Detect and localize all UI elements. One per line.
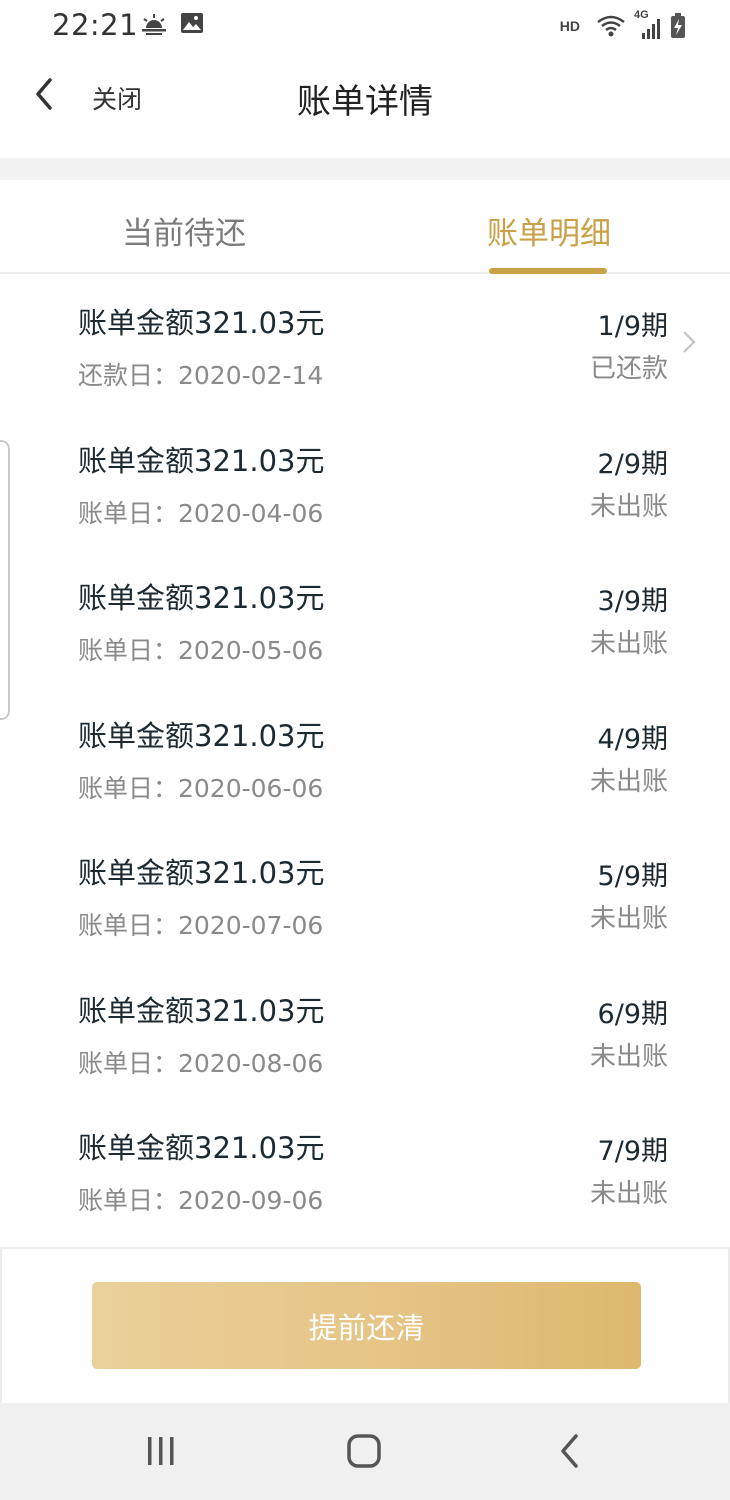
tab-bill-details[interactable]: 账单明细 xyxy=(487,208,611,253)
bill-date: 账单日：2020-05-06 xyxy=(78,636,324,665)
bill-row[interactable]: 账单金额321.03元 账单日：2020-06-06 4/9期 未出账 xyxy=(0,687,730,825)
recent-apps-icon[interactable] xyxy=(142,1431,180,1471)
bill-date: 账单日：2020-07-06 xyxy=(78,911,324,940)
bill-amount: 账单金额321.03元 xyxy=(78,1131,325,1165)
back-icon[interactable] xyxy=(552,1431,588,1471)
bill-list: 账单金额321.03元 还款日：2020-02-14 1/9期 已还款 账单金额… xyxy=(0,274,730,1237)
bill-row[interactable]: 账单金额321.03元 账单日：2020-04-06 2/9期 未出账 xyxy=(0,412,730,550)
bill-period: 2/9期 xyxy=(597,448,668,480)
bill-row[interactable]: 账单金额321.03元 还款日：2020-02-14 1/9期 已还款 xyxy=(0,274,730,412)
bill-amount: 账单金额321.03元 xyxy=(78,443,325,478)
bill-amount: 账单金额321.03元 xyxy=(78,993,325,1028)
bill-period: 4/9期 xyxy=(597,723,668,755)
bill-date: 账单日：2020-06-06 xyxy=(78,773,324,803)
system-nav-bar xyxy=(0,1403,730,1500)
bill-period: 5/9期 xyxy=(597,861,668,892)
bill-period: 6/9期 xyxy=(597,998,668,1030)
bill-status: 未出账 xyxy=(589,766,668,797)
section-divider xyxy=(0,158,730,180)
bill-status: 未出账 xyxy=(589,904,668,934)
bill-row[interactable]: 账单金额321.03元 账单日：2020-07-06 5/9期 未出账 xyxy=(0,824,730,962)
bill-date: 还款日：2020-02-14 xyxy=(78,361,324,390)
home-icon[interactable] xyxy=(344,1431,384,1471)
wifi-icon xyxy=(597,15,625,37)
tab-current-due[interactable]: 当前待还 xyxy=(122,208,246,253)
image-notification-icon xyxy=(181,13,203,33)
sunrise-weather-icon xyxy=(142,14,166,35)
page-title: 账单详情 xyxy=(297,82,433,122)
battery-charging-icon xyxy=(671,13,685,38)
status-bar: 22:21 HD 4G xyxy=(0,0,730,52)
bill-amount: 账单金额321.03元 xyxy=(78,718,325,753)
bill-amount: 账单金额321.03元 xyxy=(78,581,325,615)
bill-period: 1/9期 xyxy=(597,311,668,342)
bill-row[interactable]: 账单金额321.03元 账单日：2020-05-06 3/9期 未出账 xyxy=(0,549,730,687)
bill-date: 账单日：2020-08-06 xyxy=(78,1048,324,1078)
bill-status: 未出账 xyxy=(589,491,668,522)
bill-row[interactable]: 账单金额321.03元 账单日：2020-08-06 6/9期 未出账 xyxy=(0,962,730,1100)
early-payoff-button[interactable]: 提前还清 xyxy=(92,1282,641,1369)
bill-date: 账单日：2020-09-06 xyxy=(78,1186,324,1215)
bill-status: 未出账 xyxy=(589,1041,668,1072)
bill-row[interactable]: 账单金额321.03元 账单日：2020-09-06 7/9期 未出账 xyxy=(0,1099,730,1237)
hd-label: HD xyxy=(559,18,580,34)
tab-bar: 当前待还 账单明细 xyxy=(0,180,730,274)
status-time: 22:21 xyxy=(52,8,139,42)
app-header: 关闭 账单详情 xyxy=(0,52,730,158)
bill-status: 未出账 xyxy=(589,629,668,659)
status-indicators: HD 4G xyxy=(559,9,686,40)
bill-date: 账单日：2020-04-06 xyxy=(78,498,324,528)
bill-amount: 账单金额321.03元 xyxy=(78,856,325,890)
bill-period: 3/9期 xyxy=(597,586,668,617)
bill-status: 未出账 xyxy=(589,1179,668,1209)
signal-icon: 4G xyxy=(634,9,662,39)
bill-status: 已还款 xyxy=(589,354,668,384)
bill-amount: 账单金额321.03元 xyxy=(78,306,325,340)
chevron-right-icon xyxy=(683,331,696,353)
bottom-action-bar: 提前还清 xyxy=(0,1247,730,1403)
edge-panel-handle[interactable] xyxy=(0,440,10,720)
bill-period: 7/9期 xyxy=(597,1136,668,1167)
